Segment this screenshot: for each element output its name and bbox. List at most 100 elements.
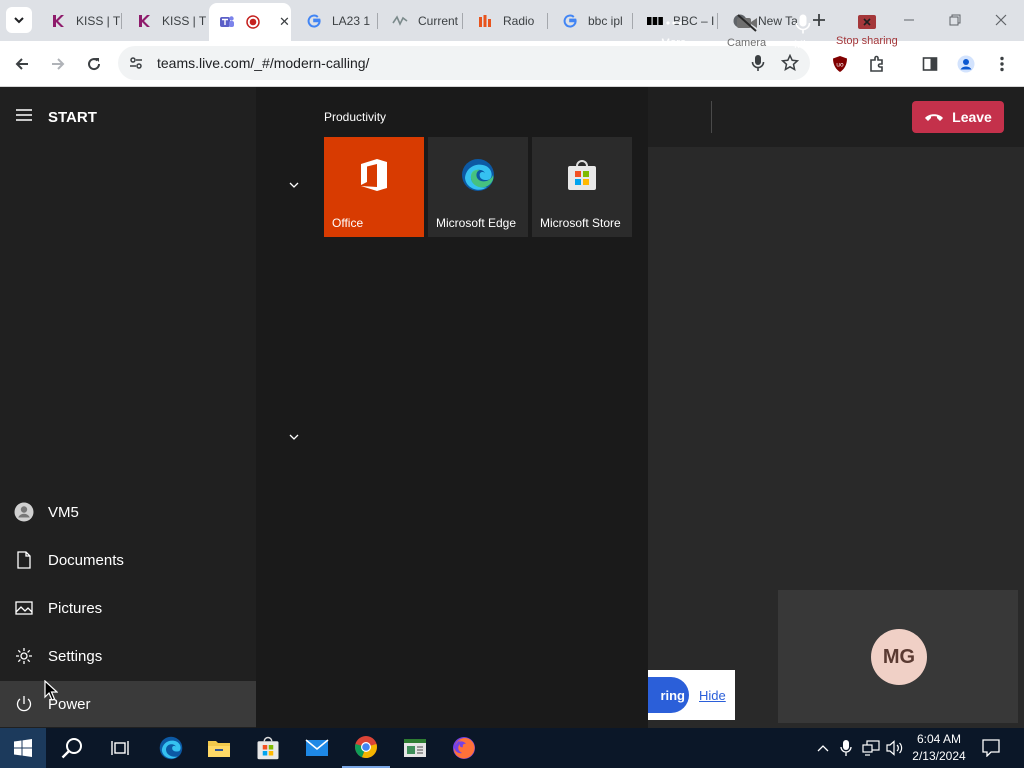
stop-sharing-icon — [857, 15, 876, 29]
start-menu-sidebar — [0, 87, 256, 728]
leave-label: Leave — [952, 109, 992, 125]
side-panel-button[interactable] — [916, 50, 944, 78]
tab-title: KISS | T — [76, 14, 120, 28]
start-item-power[interactable]: Power — [0, 681, 256, 727]
start-item-documents[interactable]: Documents — [0, 537, 256, 583]
stop-sharing-label: Stop sharing — [836, 35, 898, 47]
task-view-button[interactable] — [96, 728, 144, 768]
arrow-right-icon — [52, 58, 65, 70]
taskbar-firefox[interactable] — [440, 728, 488, 768]
tab-radio[interactable]: Radio — [463, 5, 547, 37]
chevron-down-icon — [289, 434, 299, 440]
address-bar[interactable]: teams.live.com/_#/modern-calling/ — [118, 46, 810, 80]
side-panel-icon — [922, 57, 938, 71]
network-status-button[interactable] — [860, 736, 882, 760]
windows-logo-icon — [14, 739, 32, 757]
address-url[interactable]: teams.live.com/_#/modern-calling/ — [157, 55, 369, 71]
show-hidden-icons-button[interactable] — [813, 736, 833, 760]
tile-microsoft-store[interactable]: Microsoft Store — [532, 137, 632, 237]
chart-icon — [392, 13, 408, 29]
more-button[interactable]: More — [661, 14, 686, 49]
ublock-shield-icon: uo — [833, 56, 847, 72]
collapse-group-button[interactable] — [287, 178, 301, 192]
forward-button[interactable] — [44, 50, 72, 78]
stop-sharing-button[interactable]: Stop sharing — [836, 14, 898, 47]
taskbar-edge[interactable] — [147, 728, 195, 768]
start-item-user[interactable]: VM5 — [0, 489, 256, 535]
documents-label: Documents — [48, 551, 124, 569]
store-bag-icon — [257, 736, 279, 760]
hamburger-icon[interactable] — [16, 108, 32, 126]
back-button[interactable] — [8, 50, 36, 78]
volume-button[interactable] — [884, 736, 906, 760]
start-item-pictures[interactable]: Pictures — [0, 585, 256, 631]
taskbar-microsoft-store[interactable] — [244, 728, 292, 768]
chevron-down-icon — [289, 182, 299, 188]
tab-title: LA23 1 — [332, 14, 371, 28]
edge-icon — [428, 137, 528, 213]
taskbar-remote-desktop[interactable] — [391, 728, 439, 768]
minimize-button[interactable] — [895, 8, 923, 32]
taskbar-file-explorer[interactable] — [195, 728, 243, 768]
start-title: START — [48, 108, 97, 126]
profile-button[interactable] — [952, 50, 980, 78]
kebab-menu-icon — [1000, 56, 1004, 72]
microphone-icon — [795, 14, 810, 34]
picture-icon — [0, 601, 48, 615]
voice-search-icon[interactable] — [750, 54, 766, 77]
tab-bbc-iplayer-search[interactable]: bbc ipl — [548, 5, 632, 37]
site-info-icon[interactable] — [128, 55, 144, 76]
tile-office[interactable]: Office — [324, 137, 424, 237]
tile-group-label: Productivity — [324, 110, 387, 124]
participant-avatar: MG — [871, 629, 927, 685]
leave-call-button[interactable]: Leave — [912, 101, 1004, 133]
start-item-settings[interactable]: Settings — [0, 633, 256, 679]
power-icon — [0, 695, 48, 713]
new-tab-button[interactable] — [808, 9, 830, 31]
puzzle-icon — [870, 55, 883, 72]
start-button[interactable] — [0, 728, 46, 768]
taskbar-mail[interactable] — [293, 728, 341, 768]
camera-off-icon — [736, 14, 757, 32]
kiss-icon — [50, 13, 66, 29]
start-menu-header[interactable]: START — [16, 108, 97, 126]
ublock-extension-button[interactable]: uo — [826, 50, 854, 78]
clock-time: 6:04 AM — [916, 732, 962, 746]
tab-current[interactable]: Current — [378, 5, 462, 37]
store-bag-icon — [532, 137, 632, 213]
document-icon — [0, 551, 48, 569]
tile-label: Microsoft Store — [540, 216, 621, 230]
taskbar-chrome[interactable] — [342, 728, 390, 768]
user-name: VM5 — [48, 503, 79, 521]
tab-teams-active[interactable]: ✕ — [209, 3, 291, 41]
browser-toolbar: teams.live.com/_#/modern-calling/ uo — [0, 41, 1024, 87]
clock-date: 2/13/2024 — [912, 749, 966, 763]
microphone-in-use-indicator[interactable] — [837, 736, 855, 760]
close-window-button[interactable] — [987, 8, 1015, 32]
collapse-group-button[interactable] — [287, 430, 301, 444]
notifications-button[interactable] — [979, 736, 1003, 760]
task-view-icon — [111, 741, 129, 755]
tile-label: Office — [332, 216, 364, 230]
tile-microsoft-edge[interactable]: Microsoft Edge — [428, 137, 528, 237]
sharing-status-pill[interactable]: ring — [648, 677, 689, 713]
tab-google-la23[interactable]: LA23 1 — [292, 5, 376, 37]
tab-kiss-2[interactable]: KISS | T — [122, 5, 206, 37]
taskbar-search-button[interactable] — [48, 728, 96, 768]
close-icon — [995, 14, 1007, 26]
tab-title: bbc ipl — [588, 14, 623, 28]
taskbar-clock[interactable]: 6:04 AM 2/13/2024 — [908, 731, 970, 765]
camera-button[interactable]: Camera — [727, 14, 766, 49]
tab-search-button[interactable] — [6, 7, 32, 33]
reload-button[interactable] — [80, 50, 108, 78]
browser-menu-button[interactable] — [988, 50, 1016, 78]
restore-button[interactable] — [941, 8, 969, 32]
close-tab-icon[interactable]: ✕ — [279, 14, 290, 30]
extensions-button[interactable] — [863, 50, 891, 78]
hide-sharing-link[interactable]: Hide — [699, 688, 726, 703]
bookmark-star-icon[interactable] — [780, 53, 800, 77]
mic-button[interactable]: Mic — [794, 14, 811, 51]
more-dots-icon — [665, 21, 682, 25]
tab-kiss-1[interactable]: KISS | T — [36, 5, 120, 37]
kiss-icon — [136, 13, 152, 29]
